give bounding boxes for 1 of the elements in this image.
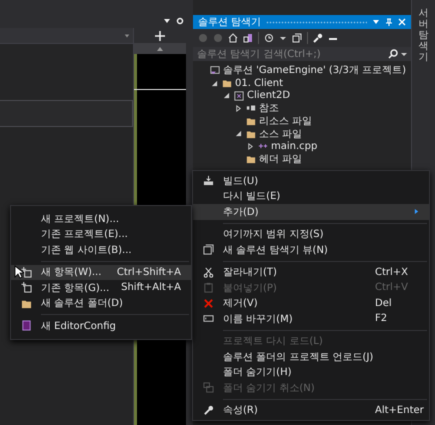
panel-title: 솔루션 탐색기 (198, 16, 262, 29)
